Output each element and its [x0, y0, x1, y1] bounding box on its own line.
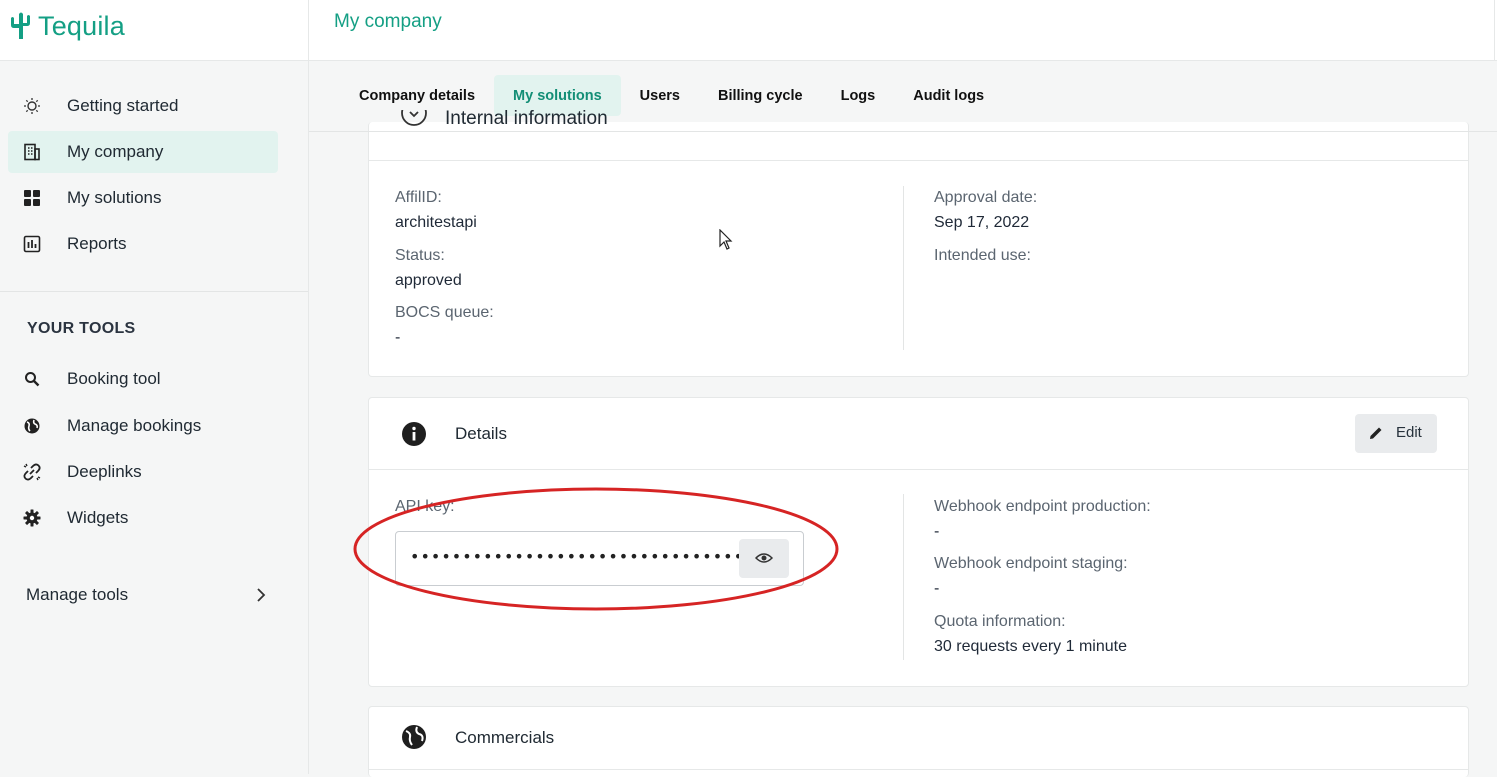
sidebar-item-reports[interactable]: Reports	[8, 223, 278, 265]
commercials-title: Commercials	[455, 728, 555, 747]
internal-info-icon	[399, 110, 429, 132]
tabs-divider	[309, 131, 1497, 132]
edit-button[interactable]: Edit	[1355, 414, 1437, 453]
tools-section-title: YOUR TOOLS	[27, 320, 136, 337]
sidebar-item-booking-tool[interactable]: Booking tool	[8, 358, 278, 400]
card-header-divider	[369, 469, 1468, 470]
card-header-divider	[369, 160, 1468, 161]
details-title: Details	[455, 424, 507, 443]
status-value: approved	[395, 272, 462, 289]
details-card: Details Edit API key: ••••••••••••••••••…	[368, 397, 1469, 687]
internal-information-card: Internal information AffilID: architesta…	[368, 110, 1469, 377]
sidebar-item-getting-started[interactable]: Getting started	[8, 85, 278, 127]
grid-icon	[22, 188, 42, 208]
logo-text: Tequila	[38, 10, 125, 41]
webhook-production-value: -	[934, 523, 940, 540]
sidebar-separator	[0, 291, 308, 292]
manage-tools-link[interactable]: Manage tools	[26, 585, 276, 609]
chevron-right-icon	[256, 587, 266, 608]
api-key-value: ••••••••••••••••••••••••••••••••	[410, 547, 744, 566]
intended-use-label: Intended use:	[934, 247, 1031, 264]
globe-icon	[22, 416, 42, 436]
sidebar-item-label: Getting started	[67, 96, 179, 115]
card-header-clipped: Internal information	[369, 110, 1468, 132]
sidebar-item-label: Reports	[67, 234, 127, 253]
lightbulb-icon	[22, 96, 42, 116]
edit-button-label: Edit	[1396, 424, 1422, 441]
column-divider	[903, 494, 904, 660]
sidebar-item-label: Widgets	[67, 508, 129, 527]
webhook-production-label: Webhook endpoint production:	[934, 498, 1151, 515]
sidebar: Getting started My company My solutions …	[0, 61, 309, 774]
info-icon	[401, 421, 427, 452]
topbar-divider	[308, 0, 309, 60]
approval-date-value: Sep 17, 2022	[934, 214, 1030, 231]
bocs-queue-label: BOCS queue:	[395, 304, 494, 321]
globe-icon	[401, 724, 427, 755]
approval-date-label: Approval date:	[934, 189, 1038, 206]
pencil-icon	[1368, 425, 1384, 446]
sidebar-item-label: My company	[67, 142, 164, 161]
webhook-staging-value: -	[934, 580, 940, 597]
show-api-key-button[interactable]	[739, 539, 789, 578]
quota-label: Quota information:	[934, 613, 1066, 630]
affilid-label: AffilID:	[395, 189, 442, 206]
status-label: Status:	[395, 247, 445, 264]
manage-tools-label: Manage tools	[26, 585, 129, 604]
topbar-right-edge	[1494, 0, 1495, 60]
quota-value: 30 requests every 1 minute	[934, 638, 1127, 655]
internal-info-title: Internal information	[445, 110, 608, 129]
page-title: My company	[334, 11, 442, 32]
cactus-logo-icon	[11, 12, 30, 39]
mouse-cursor-icon	[719, 229, 733, 250]
sidebar-item-label: Deeplinks	[67, 462, 142, 481]
report-chart-icon	[22, 234, 42, 254]
sidebar-item-my-company[interactable]: My company	[8, 131, 278, 173]
logo[interactable]: Tequila	[8, 6, 125, 46]
eye-icon	[755, 553, 773, 563]
card-header-divider	[369, 769, 1468, 770]
sidebar-item-label: Manage bookings	[67, 416, 202, 435]
affilid-value: architestapi	[395, 214, 477, 231]
sidebar-item-manage-bookings[interactable]: Manage bookings	[8, 405, 278, 447]
building-icon	[22, 142, 42, 162]
top-bar: Tequila My company	[0, 0, 1497, 61]
sidebar-item-my-solutions[interactable]: My solutions	[8, 177, 278, 219]
webhook-staging-label: Webhook endpoint staging:	[934, 555, 1128, 572]
commercials-card: Commercials	[368, 706, 1469, 777]
sidebar-item-deeplinks[interactable]: Deeplinks	[8, 451, 278, 493]
sidebar-item-label: My solutions	[67, 188, 162, 207]
api-key-label: API key:	[395, 498, 455, 515]
search-icon	[22, 369, 42, 389]
link-icon	[22, 462, 42, 482]
gear-icon	[22, 508, 42, 528]
bocs-queue-value: -	[395, 329, 401, 346]
sidebar-item-widgets[interactable]: Widgets	[8, 497, 278, 539]
column-divider	[903, 186, 904, 350]
api-key-field[interactable]: ••••••••••••••••••••••••••••••••	[395, 531, 804, 586]
sidebar-item-label: Booking tool	[67, 369, 161, 388]
